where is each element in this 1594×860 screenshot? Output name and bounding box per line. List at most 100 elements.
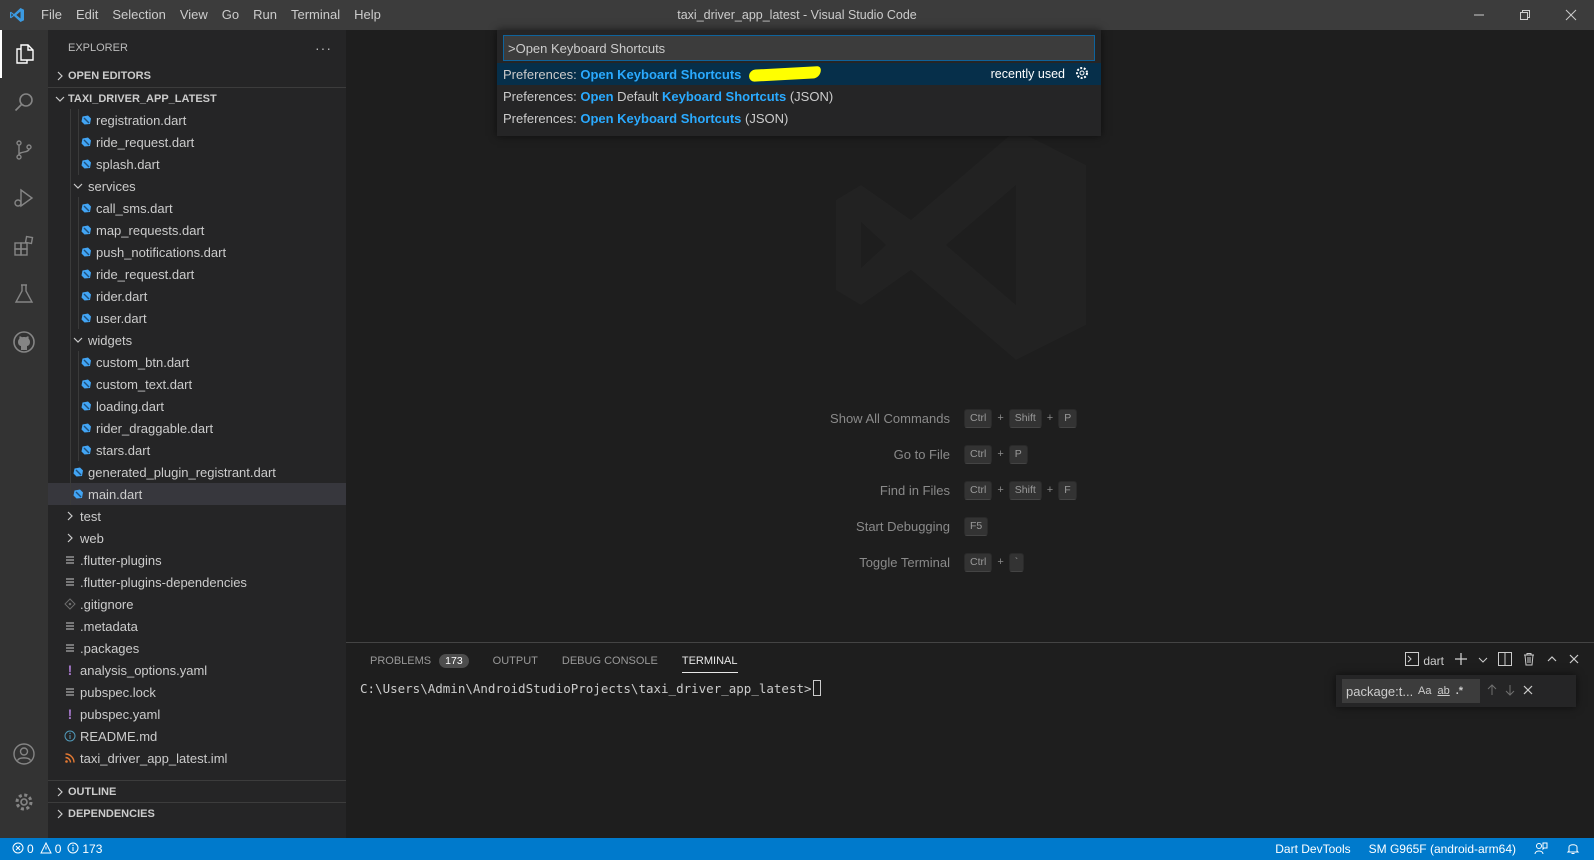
open-editors-section[interactable]: OPEN EDITORS [48, 65, 346, 87]
menu-go[interactable]: Go [215, 0, 246, 30]
project-section[interactable]: TAXI_DRIVER_APP_LATEST [48, 87, 346, 109]
tree-file[interactable]: taxi_driver_app_latest.iml [48, 747, 346, 769]
chevron-down-icon [52, 91, 68, 107]
tree-file[interactable]: main.dart [48, 483, 346, 505]
panel-tab-terminal[interactable]: TERMINAL [670, 643, 750, 678]
terminal-dropdown[interactable]: dart [1405, 652, 1444, 669]
key-separator: + [997, 448, 1004, 460]
notifications-icon[interactable] [1566, 841, 1580, 858]
configure-keybinding-gear-icon[interactable] [1075, 66, 1089, 83]
tree-file[interactable]: README.md [48, 725, 346, 747]
tree-item-label: .flutter-plugins-dependencies [80, 574, 247, 590]
account-icon[interactable] [0, 730, 48, 778]
tree-file[interactable]: rider.dart [48, 285, 346, 307]
tree-item-label: main.dart [88, 486, 143, 502]
command-palette-item[interactable]: Preferences: Open Default Keyboard Short… [497, 85, 1101, 107]
menu-run[interactable]: Run [246, 0, 284, 30]
testing-icon[interactable] [0, 270, 48, 318]
panel-tab-debug-console[interactable]: DEBUG CONSOLE [550, 643, 670, 678]
tree-file[interactable]: stars.dart [48, 439, 346, 461]
problems-count-badge: 173 [439, 653, 469, 668]
command-text: (JSON) [741, 110, 789, 126]
tree-file[interactable]: push_notifications.dart [48, 241, 346, 263]
run-debug-icon[interactable] [0, 174, 48, 222]
tree-file[interactable]: .flutter-plugins [48, 549, 346, 571]
match-case-icon[interactable]: Aa [1418, 685, 1431, 697]
dart-devtools-item[interactable]: Dart DevTools [1275, 842, 1350, 856]
menu-terminal[interactable]: Terminal [284, 0, 347, 30]
more-actions-icon[interactable]: ··· [315, 40, 332, 56]
tree-folder[interactable]: widgets [48, 329, 346, 351]
tree-file[interactable]: pubspec.lock [48, 681, 346, 703]
tree-file[interactable]: ! analysis_options.yaml [48, 659, 346, 681]
close-panel-icon[interactable] [1568, 653, 1580, 668]
open-editors-label: OPEN EDITORS [68, 70, 151, 82]
tree-file[interactable]: ride_request.dart [48, 263, 346, 285]
feedback-icon[interactable] [1534, 841, 1548, 858]
tree-folder[interactable]: services [48, 175, 346, 197]
panel-actions: dart [1405, 643, 1580, 678]
tree-file[interactable]: .metadata [48, 615, 346, 637]
extensions-icon[interactable] [0, 222, 48, 270]
tree-folder[interactable]: test [48, 505, 346, 527]
tree-file[interactable]: loading.dart [48, 395, 346, 417]
tree-file[interactable]: custom_text.dart [48, 373, 346, 395]
find-input[interactable]: package:t... Aa ab .* [1342, 679, 1480, 703]
tree-item-label: analysis_options.yaml [80, 662, 208, 678]
tree-file[interactable]: .gitignore [48, 593, 346, 615]
panel-tab-output[interactable]: OUTPUT [481, 643, 550, 678]
new-terminal-icon[interactable] [1454, 652, 1468, 669]
window-controls [1456, 0, 1594, 30]
trash-icon[interactable] [1522, 652, 1536, 669]
chevron-down-icon[interactable] [1478, 653, 1488, 668]
tree-file[interactable]: ! pubspec.yaml [48, 703, 346, 725]
tree-file[interactable]: map_requests.dart [48, 219, 346, 241]
dependencies-section[interactable]: DEPENDENCIES [48, 802, 346, 824]
menu-help[interactable]: Help [347, 0, 388, 30]
tree-file[interactable]: user.dart [48, 307, 346, 329]
github-icon[interactable] [0, 318, 48, 366]
tree-file[interactable]: custom_btn.dart [48, 351, 346, 373]
tree-file[interactable]: call_sms.dart [48, 197, 346, 219]
restore-icon[interactable] [1502, 0, 1548, 30]
tree-file[interactable]: generated_plugin_registrant.dart [48, 461, 346, 483]
command-match-highlight: Open [580, 88, 614, 104]
tree-file[interactable]: .flutter-plugins-dependencies [48, 571, 346, 593]
menu-selection[interactable]: Selection [105, 0, 172, 30]
menu-view[interactable]: View [173, 0, 215, 30]
close-find-icon[interactable] [1522, 684, 1534, 699]
menu-file[interactable]: File [34, 0, 69, 30]
search-icon[interactable] [0, 78, 48, 126]
tree-file[interactable]: ride_request.dart [48, 131, 346, 153]
tree-file[interactable]: registration.dart [48, 109, 346, 131]
close-icon[interactable] [1548, 0, 1594, 30]
settings-gear-icon[interactable] [0, 778, 48, 826]
menu-edit[interactable]: Edit [69, 0, 105, 30]
terminal-name: dart [1423, 653, 1444, 668]
panel-tab-problems[interactable]: PROBLEMS 173 [358, 643, 481, 678]
outline-section[interactable]: OUTLINE [48, 780, 346, 802]
command-palette-item[interactable]: Preferences: Open Keyboard Shortcuts rece… [497, 63, 1101, 85]
command-palette-input[interactable] [503, 35, 1095, 61]
explorer-icon[interactable] [0, 30, 48, 78]
command-palette-item[interactable]: Preferences: Open Keyboard Shortcuts (JS… [497, 107, 1101, 129]
tree-file[interactable]: rider_draggable.dart [48, 417, 346, 439]
tree-folder[interactable]: web [48, 527, 346, 549]
split-terminal-icon[interactable] [1498, 652, 1512, 669]
arrow-up-icon[interactable] [1486, 683, 1498, 699]
match-whole-word-icon[interactable]: ab [1437, 685, 1449, 697]
command-match-highlight: Keyboard Shortcuts [661, 88, 787, 104]
tree-file[interactable]: .packages [48, 637, 346, 659]
source-control-icon[interactable] [0, 126, 48, 174]
terminal-output[interactable]: C:\Users\Admin\AndroidStudioProjects\tax… [360, 680, 821, 696]
tree-item-label: rider_draggable.dart [96, 420, 214, 436]
tree-item-label: pubspec.yaml [80, 706, 161, 722]
minimize-icon[interactable] [1456, 0, 1502, 30]
chevron-up-icon[interactable] [1546, 653, 1558, 668]
arrow-down-icon[interactable] [1504, 684, 1516, 699]
tree-file[interactable]: splash.dart [48, 153, 346, 175]
use-regex-icon[interactable]: .* [1456, 685, 1463, 697]
chevron-right-icon [62, 508, 78, 524]
problems-status[interactable]: 0 0 173 [0, 841, 102, 857]
device-selector-item[interactable]: SM G965F (android-arm64) [1369, 842, 1516, 856]
